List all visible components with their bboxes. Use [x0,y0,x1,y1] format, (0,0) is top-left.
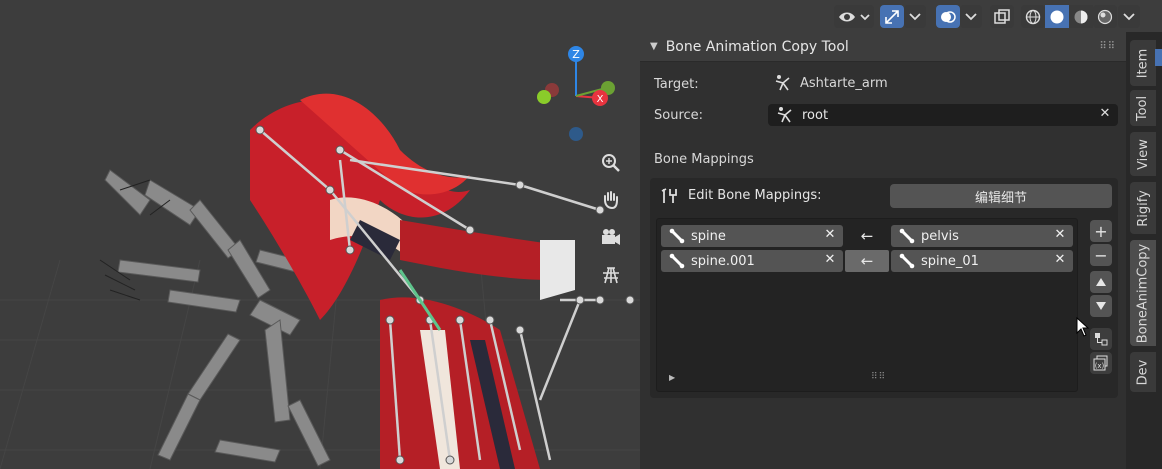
mouse-cursor-icon [1076,317,1090,337]
collapse-triangle-icon[interactable]: ▼ [650,41,658,52]
mapping-list[interactable]: spine ✕ ← pelvis ✕ spine.001 ✕ ← spine_0… [656,218,1078,392]
remove-mapping-button[interactable]: − [1090,244,1112,266]
solid-shading-icon[interactable] [1045,5,1069,28]
camera-icon[interactable] [598,224,624,250]
source-label: Source: [654,108,704,123]
move-down-button[interactable] [1090,295,1112,317]
sidebar-tabs: Item Tool View Rigify BoneAnimCopy Dev [1126,32,1162,469]
overlay-dropdown-chevron-icon[interactable] [960,5,982,28]
svg-text:(x): (x) [1095,362,1105,370]
list-options-triangle-icon[interactable]: ▶ [669,373,675,382]
source-bone-name: spine_01 [921,253,979,269]
sidebar-panel: ▼ Bone Animation Copy Tool ⠿⠿ Target: As… [640,32,1126,469]
overlay-icon[interactable] [936,5,960,28]
svg-text:X: X [597,94,604,105]
mapping-arrow[interactable]: ← [845,225,889,247]
xray-icon[interactable] [990,5,1014,28]
svg-text:Z: Z [572,48,580,61]
clear-target-bone-icon[interactable]: ✕ [823,253,837,267]
gizmo-dropdown-chevron-icon[interactable] [904,5,926,28]
tab-tool[interactable]: Tool [1130,90,1156,126]
tab-view[interactable]: View [1130,132,1156,176]
target-value: Ashtarte_arm [774,74,888,92]
drag-grip-icon[interactable]: ⠿⠿ [1099,41,1116,52]
source-field[interactable]: root ✕ [768,104,1118,126]
visibility-icon[interactable] [834,5,874,28]
clear-target-bone-icon[interactable]: ✕ [823,228,837,242]
move-up-button[interactable] [1090,271,1112,293]
triangle-up-icon [1096,278,1106,286]
bone-icon [899,253,915,269]
tab-boneanimcopy[interactable]: BoneAnimCopy [1130,240,1156,346]
zoom-icon[interactable] [598,150,624,176]
chevron-down-icon[interactable] [1118,5,1140,28]
clear-source-bone-icon[interactable]: ✕ [1053,253,1067,267]
rendered-shading-icon[interactable] [1093,5,1117,28]
bone-mappings-label: Bone Mappings [654,152,754,167]
viewport-header [640,0,1162,32]
tab-item[interactable]: Item [1130,40,1156,86]
target-value-text: Ashtarte_arm [800,75,888,91]
add-mapping-button[interactable]: + [1090,220,1112,242]
target-label: Target: [654,77,699,92]
target-bone-field[interactable]: spine ✕ [661,225,843,247]
tab-rigify[interactable]: Rigify [1130,182,1156,234]
target-bone-name: spine [691,228,726,244]
edit-bone-mappings-label: Edit Bone Mappings: [688,188,822,203]
target-bone-field[interactable]: spine.001 ✕ [661,250,843,272]
tools-icon [661,188,677,203]
navigation-gizmo[interactable]: Z X [530,40,620,145]
bone-icon [669,253,685,269]
source-bone-field[interactable]: spine_01 ✕ [891,250,1073,272]
triangle-down-icon [1096,302,1106,310]
wireframe-shading-icon[interactable] [1021,5,1045,28]
copy-variable-icon[interactable]: (x) [1090,352,1112,374]
armature-icon [775,75,790,91]
clear-source-bone-icon[interactable]: ✕ [1053,228,1067,242]
edit-details-button[interactable]: 编辑细节 [890,184,1112,208]
list-resize-grip-icon[interactable]: ⠿⠿ [871,372,886,382]
panel-header[interactable]: ▼ Bone Animation Copy Tool ⠿⠿ [640,32,1126,62]
3d-viewport[interactable]: Z X [0,0,640,469]
panel-title: Bone Animation Copy Tool [665,38,849,55]
tab-dev[interactable]: Dev [1130,352,1156,392]
bone-icon [669,228,685,244]
tab-accent-marker [1155,49,1162,66]
bone-icon [899,228,915,244]
pan-hand-icon[interactable] [598,187,624,213]
target-bone-name: spine.001 [691,253,755,269]
hierarchy-icon[interactable] [1090,328,1112,350]
source-value-text: root [802,107,829,123]
clear-source-icon[interactable]: ✕ [1098,107,1112,121]
source-bone-field[interactable]: pelvis ✕ [891,225,1073,247]
material-shading-icon[interactable] [1069,5,1093,28]
bone-mappings-box: Edit Bone Mappings: 编辑细节 spine ✕ ← pelvi… [650,178,1118,398]
source-bone-name: pelvis [921,228,959,244]
armature-icon [777,107,792,123]
grid-perspective-icon[interactable] [598,262,624,288]
gizmo-icon[interactable] [880,5,904,28]
mapping-arrow-selected[interactable]: ← [845,250,889,272]
